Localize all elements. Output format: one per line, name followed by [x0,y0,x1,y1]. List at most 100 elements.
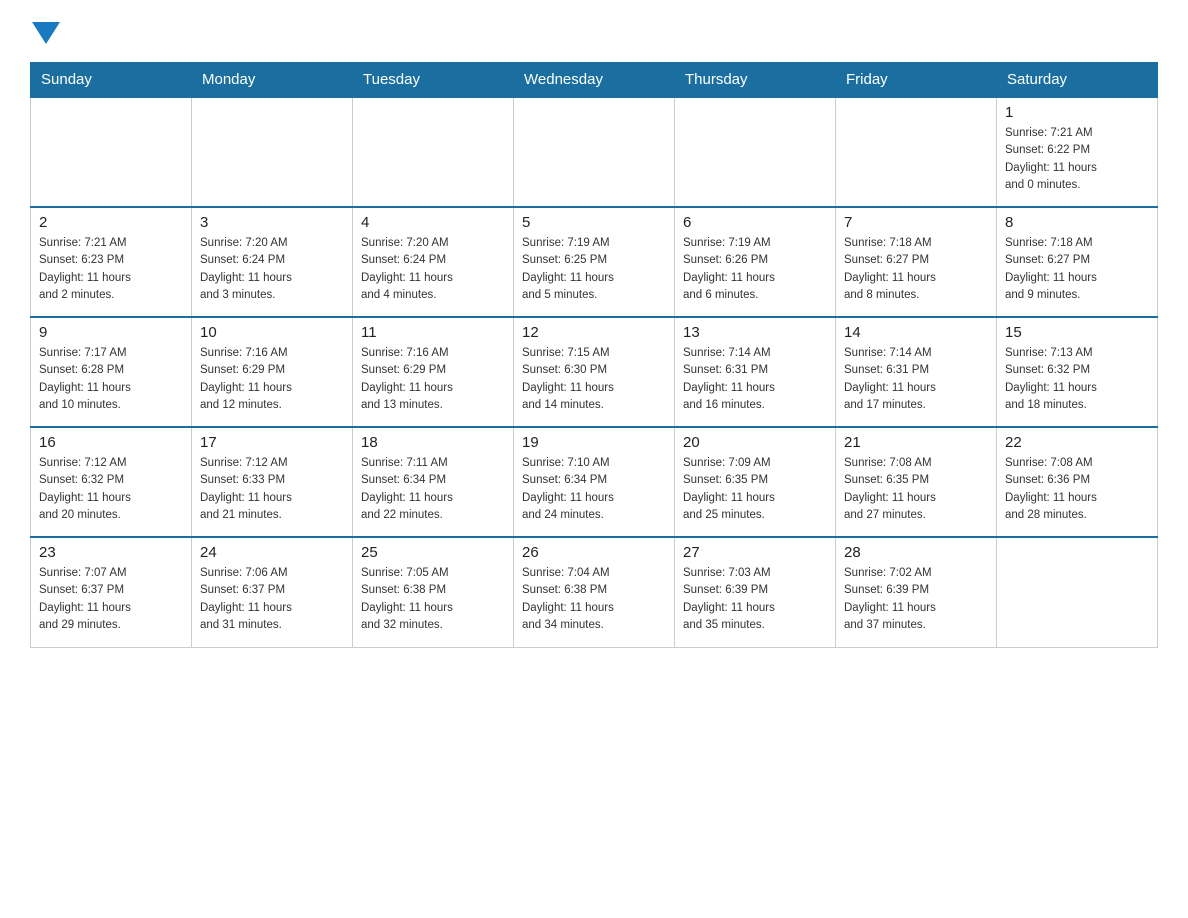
calendar-cell: 14 Sunrise: 7:14 AM Sunset: 6:31 PM Dayli… [836,317,997,427]
day-number: 18 [361,434,505,451]
day-info: Sunrise: 7:10 AM Sunset: 6:34 PM Dayligh… [522,455,666,524]
day-number: 13 [683,324,827,341]
day-info: Sunrise: 7:02 AM Sunset: 6:39 PM Dayligh… [844,565,988,634]
day-number: 12 [522,324,666,341]
weekday-header-saturday: Saturday [997,63,1158,98]
day-info: Sunrise: 7:18 AM Sunset: 6:27 PM Dayligh… [844,235,988,304]
day-number: 5 [522,214,666,231]
calendar-cell: 2 Sunrise: 7:21 AM Sunset: 6:23 PM Daylig… [31,207,192,317]
weekday-header-tuesday: Tuesday [353,63,514,98]
calendar-cell: 8 Sunrise: 7:18 AM Sunset: 6:27 PM Daylig… [997,207,1158,317]
calendar-cell: 4 Sunrise: 7:20 AM Sunset: 6:24 PM Daylig… [353,207,514,317]
calendar-cell: 3 Sunrise: 7:20 AM Sunset: 6:24 PM Daylig… [192,207,353,317]
day-number: 8 [1005,214,1149,231]
calendar-cell: 6 Sunrise: 7:19 AM Sunset: 6:26 PM Daylig… [675,207,836,317]
day-info: Sunrise: 7:03 AM Sunset: 6:39 PM Dayligh… [683,565,827,634]
calendar-cell: 15Sunrise: 7:13 AM Sunset: 6:32 PM Dayli… [997,317,1158,427]
calendar-cell [675,97,836,207]
calendar-table: SundayMondayTuesdayWednesdayThursdayFrid… [30,62,1158,648]
day-info: Sunrise: 7:04 AM Sunset: 6:38 PM Dayligh… [522,565,666,634]
day-info: Sunrise: 7:18 AM Sunset: 6:27 PM Dayligh… [1005,235,1149,304]
calendar-week-2: 2 Sunrise: 7:21 AM Sunset: 6:23 PM Daylig… [31,207,1158,317]
day-number: 1 [1005,104,1149,121]
day-number: 26 [522,544,666,561]
weekday-header-thursday: Thursday [675,63,836,98]
calendar-cell: 7 Sunrise: 7:18 AM Sunset: 6:27 PM Daylig… [836,207,997,317]
day-info: Sunrise: 7:19 AM Sunset: 6:26 PM Dayligh… [683,235,827,304]
calendar-cell: 1 Sunrise: 7:21 AM Sunset: 6:22 PM Daylig… [997,97,1158,207]
day-info: Sunrise: 7:08 AM Sunset: 6:35 PM Dayligh… [844,455,988,524]
calendar-cell: 12 Sunrise: 7:15 AM Sunset: 6:30 PM Dayli… [514,317,675,427]
weekday-header-row: SundayMondayTuesdayWednesdayThursdayFrid… [31,63,1158,98]
calendar-cell: 17 Sunrise: 7:12 AM Sunset: 6:33 PM Dayli… [192,427,353,537]
calendar-cell [514,97,675,207]
day-number: 24 [200,544,344,561]
day-info: Sunrise: 7:05 AM Sunset: 6:38 PM Dayligh… [361,565,505,634]
calendar-cell: 11 Sunrise: 7:16 AM Sunset: 6:29 PM Dayli… [353,317,514,427]
calendar-cell: 21 Sunrise: 7:08 AM Sunset: 6:35 PM Dayli… [836,427,997,537]
day-number: 15 [1005,324,1149,341]
day-info: Sunrise: 7:19 AM Sunset: 6:25 PM Dayligh… [522,235,666,304]
calendar-cell [192,97,353,207]
day-number: 7 [844,214,988,231]
calendar-week-3: 9Sunrise: 7:17 AM Sunset: 6:28 PM Daylig… [31,317,1158,427]
day-number: 28 [844,544,988,561]
calendar-cell: 27 Sunrise: 7:03 AM Sunset: 6:39 PM Dayli… [675,537,836,647]
day-info: Sunrise: 7:20 AM Sunset: 6:24 PM Dayligh… [200,235,344,304]
day-info: Sunrise: 7:14 AM Sunset: 6:31 PM Dayligh… [844,345,988,414]
calendar-cell: 9Sunrise: 7:17 AM Sunset: 6:28 PM Daylig… [31,317,192,427]
calendar-cell: 22 Sunrise: 7:08 AM Sunset: 6:36 PM Dayli… [997,427,1158,537]
day-number: 10 [200,324,344,341]
calendar-cell: 24 Sunrise: 7:06 AM Sunset: 6:37 PM Dayli… [192,537,353,647]
day-info: Sunrise: 7:15 AM Sunset: 6:30 PM Dayligh… [522,345,666,414]
weekday-header-wednesday: Wednesday [514,63,675,98]
day-info: Sunrise: 7:07 AM Sunset: 6:37 PM Dayligh… [39,565,183,634]
calendar-cell: 10 Sunrise: 7:16 AM Sunset: 6:29 PM Dayli… [192,317,353,427]
day-number: 11 [361,324,505,341]
day-info: Sunrise: 7:21 AM Sunset: 6:22 PM Dayligh… [1005,125,1149,194]
calendar-cell [353,97,514,207]
day-info: Sunrise: 7:14 AM Sunset: 6:31 PM Dayligh… [683,345,827,414]
logo-arrow-icon [32,22,60,46]
calendar-week-1: 1 Sunrise: 7:21 AM Sunset: 6:22 PM Daylig… [31,97,1158,207]
day-number: 25 [361,544,505,561]
day-info: Sunrise: 7:16 AM Sunset: 6:29 PM Dayligh… [200,345,344,414]
day-number: 16 [39,434,183,451]
calendar-cell [997,537,1158,647]
calendar-week-4: 16 Sunrise: 7:12 AM Sunset: 6:32 PM Dayli… [31,427,1158,537]
day-number: 17 [200,434,344,451]
calendar-week-5: 23 Sunrise: 7:07 AM Sunset: 6:37 PM Dayli… [31,537,1158,647]
calendar-cell: 20Sunrise: 7:09 AM Sunset: 6:35 PM Dayli… [675,427,836,537]
calendar-cell: 26 Sunrise: 7:04 AM Sunset: 6:38 PM Dayli… [514,537,675,647]
day-number: 23 [39,544,183,561]
day-number: 6 [683,214,827,231]
calendar-cell: 13 Sunrise: 7:14 AM Sunset: 6:31 PM Dayli… [675,317,836,427]
day-number: 20 [683,434,827,451]
day-info: Sunrise: 7:08 AM Sunset: 6:36 PM Dayligh… [1005,455,1149,524]
day-info: Sunrise: 7:20 AM Sunset: 6:24 PM Dayligh… [361,235,505,304]
weekday-header-sunday: Sunday [31,63,192,98]
calendar-cell: 23 Sunrise: 7:07 AM Sunset: 6:37 PM Dayli… [31,537,192,647]
calendar-cell: 25 Sunrise: 7:05 AM Sunset: 6:38 PM Dayli… [353,537,514,647]
calendar-cell: 5 Sunrise: 7:19 AM Sunset: 6:25 PM Daylig… [514,207,675,317]
day-number: 27 [683,544,827,561]
day-info: Sunrise: 7:06 AM Sunset: 6:37 PM Dayligh… [200,565,344,634]
day-info: Sunrise: 7:16 AM Sunset: 6:29 PM Dayligh… [361,345,505,414]
day-info: Sunrise: 7:12 AM Sunset: 6:32 PM Dayligh… [39,455,183,524]
day-info: Sunrise: 7:21 AM Sunset: 6:23 PM Dayligh… [39,235,183,304]
day-number: 19 [522,434,666,451]
weekday-header-monday: Monday [192,63,353,98]
day-number: 22 [1005,434,1149,451]
day-number: 3 [200,214,344,231]
day-number: 14 [844,324,988,341]
day-info: Sunrise: 7:12 AM Sunset: 6:33 PM Dayligh… [200,455,344,524]
day-number: 4 [361,214,505,231]
calendar-cell: 28 Sunrise: 7:02 AM Sunset: 6:39 PM Dayli… [836,537,997,647]
day-number: 21 [844,434,988,451]
calendar-cell: 18 Sunrise: 7:11 AM Sunset: 6:34 PM Dayli… [353,427,514,537]
page-header [30,20,1158,42]
day-info: Sunrise: 7:11 AM Sunset: 6:34 PM Dayligh… [361,455,505,524]
day-info: Sunrise: 7:17 AM Sunset: 6:28 PM Dayligh… [39,345,183,414]
day-number: 2 [39,214,183,231]
calendar-cell: 19 Sunrise: 7:10 AM Sunset: 6:34 PM Dayli… [514,427,675,537]
